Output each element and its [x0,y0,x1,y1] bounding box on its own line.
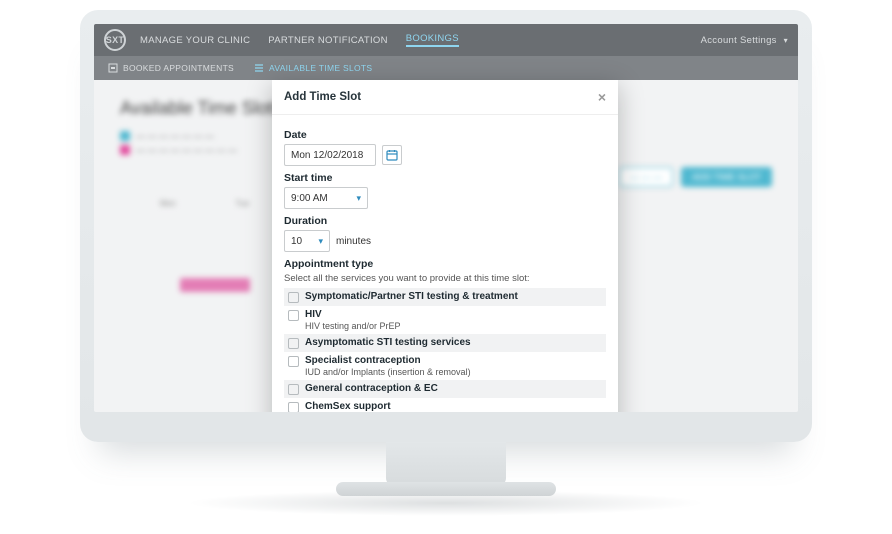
modal-title: Add Time Slot [284,91,361,103]
account-settings-menu[interactable]: Account Settings ▾ [701,35,788,46]
duration-label: Duration [284,215,606,227]
checkbox[interactable] [288,356,299,367]
atype-title: Asymptomatic STI testing services [305,337,471,348]
tab-available-slots[interactable]: AVAILABLE TIME SLOTS [254,63,372,73]
date-input[interactable]: Mon 12/02/2018 [284,144,376,166]
checkbox[interactable] [288,402,299,412]
duration-value: 10 [291,236,302,247]
atype-title: ChemSex support [305,401,546,412]
start-time-label: Start time [284,172,606,184]
appointment-type-helper: Select all the services you want to prov… [284,273,606,284]
nav-bookings[interactable]: BOOKINGS [406,33,459,47]
close-icon[interactable]: × [598,90,606,104]
tab-available-label: AVAILABLE TIME SLOTS [269,63,372,73]
atype-title: HIV [305,309,401,320]
checkbox[interactable] [288,310,299,321]
atype-item[interactable]: Asymptomatic STI testing services [284,334,606,352]
atype-item[interactable]: HIV HIV testing and/or PrEP [284,306,606,334]
screen: SXT MANAGE YOUR CLINIC PARTNER NOTIFICAT… [94,24,798,412]
monitor-frame: SXT MANAGE YOUR CLINIC PARTNER NOTIFICAT… [80,10,812,442]
atype-item[interactable]: Symptomatic/Partner STI testing & treatm… [284,288,606,306]
appointment-type-label: Appointment type [284,258,606,270]
tab-booked-appointments[interactable]: BOOKED APPOINTMENTS [108,63,234,73]
checkbox[interactable] [288,384,299,395]
add-timeslot-button[interactable]: ADD TIME SLOT [681,167,772,187]
top-nav: SXT MANAGE YOUR CLINIC PARTNER NOTIFICAT… [94,24,798,56]
calendar-icon[interactable] [382,145,402,165]
atype-title: General contraception & EC [305,383,438,394]
logo[interactable]: SXT [104,29,126,51]
monitor-stand [386,442,506,486]
start-time-value: 9:00 AM [291,193,328,204]
duration-select[interactable]: 10 ▾ [284,230,330,252]
atype-title: Specialist contraception [305,355,471,366]
calendar-user-icon [108,63,118,73]
legend-dot-pink [120,145,130,155]
sub-nav: BOOKED APPOINTMENTS AVAILABLE TIME SLOTS [94,56,798,80]
monitor-base [336,482,556,496]
atype-item[interactable]: ChemSex support Alcohol and Drug addicti… [284,398,606,412]
atype-title: Symptomatic/Partner STI testing & treatm… [305,291,518,302]
list-icon [254,63,264,73]
appointment-type-list: Symptomatic/Partner STI testing & treatm… [284,288,606,412]
legend-dot-teal [120,131,130,141]
atype-sub: IUD and/or Implants (insertion & removal… [305,367,471,377]
checkbox[interactable] [288,338,299,349]
date-label: Date [284,129,606,141]
slot-bar [180,278,250,292]
chevron-down-icon: ▾ [356,193,361,204]
account-settings-label: Account Settings [701,35,777,46]
checkbox[interactable] [288,292,299,303]
nav-manage-clinic[interactable]: MANAGE YOUR CLINIC [140,35,250,46]
duration-unit: minutes [336,236,371,247]
start-time-select[interactable]: 9:00 AM ▾ [284,187,368,209]
atype-sub: HIV testing and/or PrEP [305,321,401,331]
atype-item[interactable]: General contraception & EC [284,380,606,398]
tab-booked-label: BOOKED APPOINTMENTS [123,63,234,73]
modal-header: Add Time Slot × [272,80,618,115]
atype-item[interactable]: Specialist contraception IUD and/or Impl… [284,352,606,380]
chevron-down-icon: ▾ [784,36,788,45]
secondary-button[interactable]: — — — [619,167,673,187]
add-timeslot-modal: Add Time Slot × Date Mon 12/02/2018 Star… [272,80,618,412]
nav-partner-notification[interactable]: PARTNER NOTIFICATION [268,35,387,46]
chevron-down-icon: ▾ [318,236,323,247]
